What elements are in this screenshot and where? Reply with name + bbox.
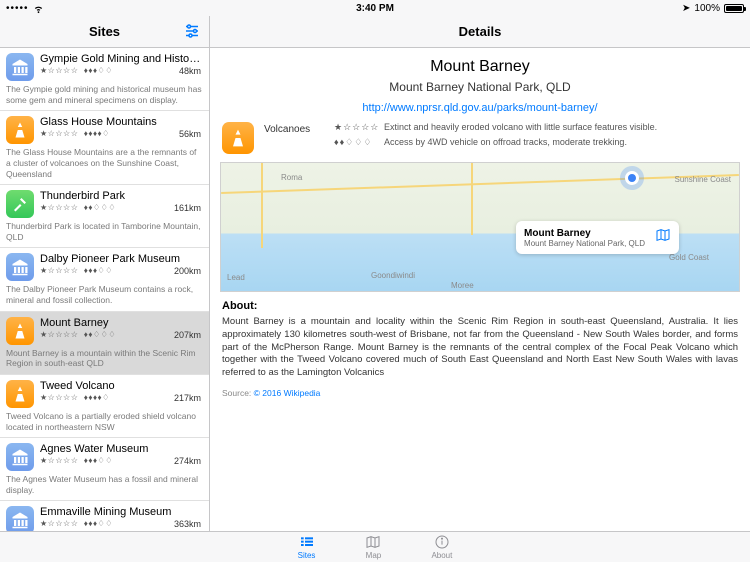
site-distance: 56km — [179, 129, 201, 139]
list-item[interactable]: Thunderbird Park★☆☆☆☆ ♦♦♢♢♢161kmThunderb… — [0, 185, 209, 248]
map-label: Roma — [281, 173, 302, 182]
site-description: The Glass House Mountains are a the remn… — [6, 147, 203, 179]
location-icon: ➤ — [682, 3, 690, 14]
list-item[interactable]: Dalby Pioneer Park Museum★☆☆☆☆ ♦♦♦♢♢200k… — [0, 248, 209, 311]
category-row: Volcanoes ★☆☆☆☆ Extinct and heavily erode… — [210, 114, 750, 158]
map-callout[interactable]: Mount Barney Mount Barney National Park,… — [516, 221, 679, 254]
pick-icon — [6, 190, 34, 218]
detail-header-title: Details — [459, 24, 502, 39]
battery-icon — [724, 4, 744, 13]
sidebar: Sites Gympie Gold Mining and Historical … — [0, 16, 210, 531]
site-distance: 217km — [174, 393, 201, 403]
source-label: Source: — [222, 388, 251, 398]
battery-percent: 100% — [694, 3, 720, 14]
map-label: Gold Coast — [669, 253, 709, 262]
tab-sites[interactable]: Sites — [298, 534, 316, 560]
list-item[interactable]: Gympie Gold Mining and Historical Muse..… — [0, 48, 209, 111]
clock: 3:40 PM — [356, 3, 394, 14]
site-description: The Agnes Water Museum has a fossil and … — [6, 474, 203, 495]
sidebar-title: Sites — [89, 24, 120, 39]
site-name: Thunderbird Park — [40, 190, 203, 202]
site-distance: 48km — [179, 66, 201, 76]
category-name: Volcanoes — [264, 122, 324, 135]
site-description: The Gympie gold mining and historical mu… — [6, 84, 203, 105]
carrier-signal-icon — [6, 3, 29, 14]
map-label: Moree — [451, 281, 474, 290]
museum-icon — [6, 443, 34, 471]
site-distance: 161km — [174, 203, 201, 213]
site-link[interactable]: http://www.nprsr.qld.gov.au/parks/mount-… — [362, 102, 597, 114]
wifi-icon — [33, 3, 44, 14]
site-name: Agnes Water Museum — [40, 443, 203, 455]
site-name: Tweed Volcano — [40, 380, 203, 392]
callout-title: Mount Barney — [524, 228, 645, 239]
list-item[interactable]: Mount Barney★☆☆☆☆ ♦♦♢♢♢207kmMount Barney… — [0, 312, 209, 375]
site-name: Emmaville Mining Museum — [40, 506, 203, 518]
site-description: Thunderbird Park is located in Tamborine… — [6, 221, 203, 242]
site-name: Gympie Gold Mining and Historical Muse..… — [40, 53, 203, 65]
map-label: Lead — [227, 273, 245, 282]
volcano-icon — [6, 380, 34, 408]
list-item[interactable]: Emmaville Mining Museum★☆☆☆☆ ♦♦♦♢♢363kmT… — [0, 501, 209, 531]
user-location-pin — [625, 171, 639, 185]
list-item[interactable]: Tweed Volcano★☆☆☆☆ ♦♦♦♦♢217kmTweed Volca… — [0, 375, 209, 438]
site-title: Mount Barney — [210, 58, 750, 76]
map-icon[interactable] — [655, 227, 671, 248]
list-item[interactable]: Agnes Water Museum★☆☆☆☆ ♦♦♦♢♢274kmThe Ag… — [0, 438, 209, 501]
status-bar: 3:40 PM ➤ 100% — [0, 0, 750, 16]
map-view[interactable]: Roma Sunshine Coast Gold Coast Lead Goon… — [220, 162, 740, 292]
site-description: Tweed Volcano is a partially eroded shie… — [6, 411, 203, 432]
tab-about[interactable]: About — [431, 534, 452, 560]
about-section: About: Mount Barney is a mountain and lo… — [210, 292, 750, 406]
about-text: Mount Barney is a mountain and locality … — [222, 316, 738, 380]
tab-bar: Sites Map About — [0, 531, 750, 562]
filter-button[interactable] — [183, 22, 201, 45]
tab-label: Sites — [298, 551, 316, 560]
access-text: Access by 4WD vehicle on offroad tracks,… — [384, 137, 627, 148]
site-name: Mount Barney — [40, 317, 203, 329]
site-name: Glass House Mountains — [40, 116, 203, 128]
site-distance: 363km — [174, 519, 201, 529]
site-list[interactable]: Gympie Gold Mining and Historical Muse..… — [0, 48, 209, 531]
sidebar-header: Sites — [0, 16, 209, 48]
about-header: About: — [222, 300, 738, 312]
site-subtitle: Mount Barney National Park, QLD — [210, 80, 750, 94]
tab-label: Map — [366, 551, 382, 560]
list-item[interactable]: Glass House Mountains★☆☆☆☆ ♦♦♦♦♢56kmThe … — [0, 111, 209, 185]
callout-subtitle: Mount Barney National Park, QLD — [524, 239, 645, 248]
detail-header: Details — [210, 16, 750, 48]
site-distance: 207km — [174, 330, 201, 340]
tab-label: About — [431, 551, 452, 560]
volcano-icon — [6, 116, 34, 144]
site-description: The Dalby Pioneer Park Museum contains a… — [6, 284, 203, 305]
map-label: Sunshine Coast — [675, 175, 731, 184]
access-diamonds: ♦♦♢♢♢ — [334, 137, 376, 148]
museum-icon — [6, 253, 34, 281]
volcano-icon — [222, 122, 254, 154]
site-name: Dalby Pioneer Park Museum — [40, 253, 203, 265]
tab-map[interactable]: Map — [365, 534, 381, 560]
site-distance: 274km — [174, 456, 201, 466]
museum-icon — [6, 506, 34, 531]
detail-pane: Details Mount Barney Mount Barney Nation… — [210, 16, 750, 531]
map-label: Goondiwindi — [371, 271, 415, 280]
rating-text: Extinct and heavily eroded volcano with … — [384, 122, 657, 133]
rating-stars: ★☆☆☆☆ — [334, 122, 376, 133]
site-distance: 200km — [174, 266, 201, 276]
site-description: Mount Barney is a mountain within the Sc… — [6, 348, 203, 369]
source-link[interactable]: © 2016 Wikipedia — [254, 388, 321, 398]
museum-icon — [6, 53, 34, 81]
volcano-icon — [6, 317, 34, 345]
